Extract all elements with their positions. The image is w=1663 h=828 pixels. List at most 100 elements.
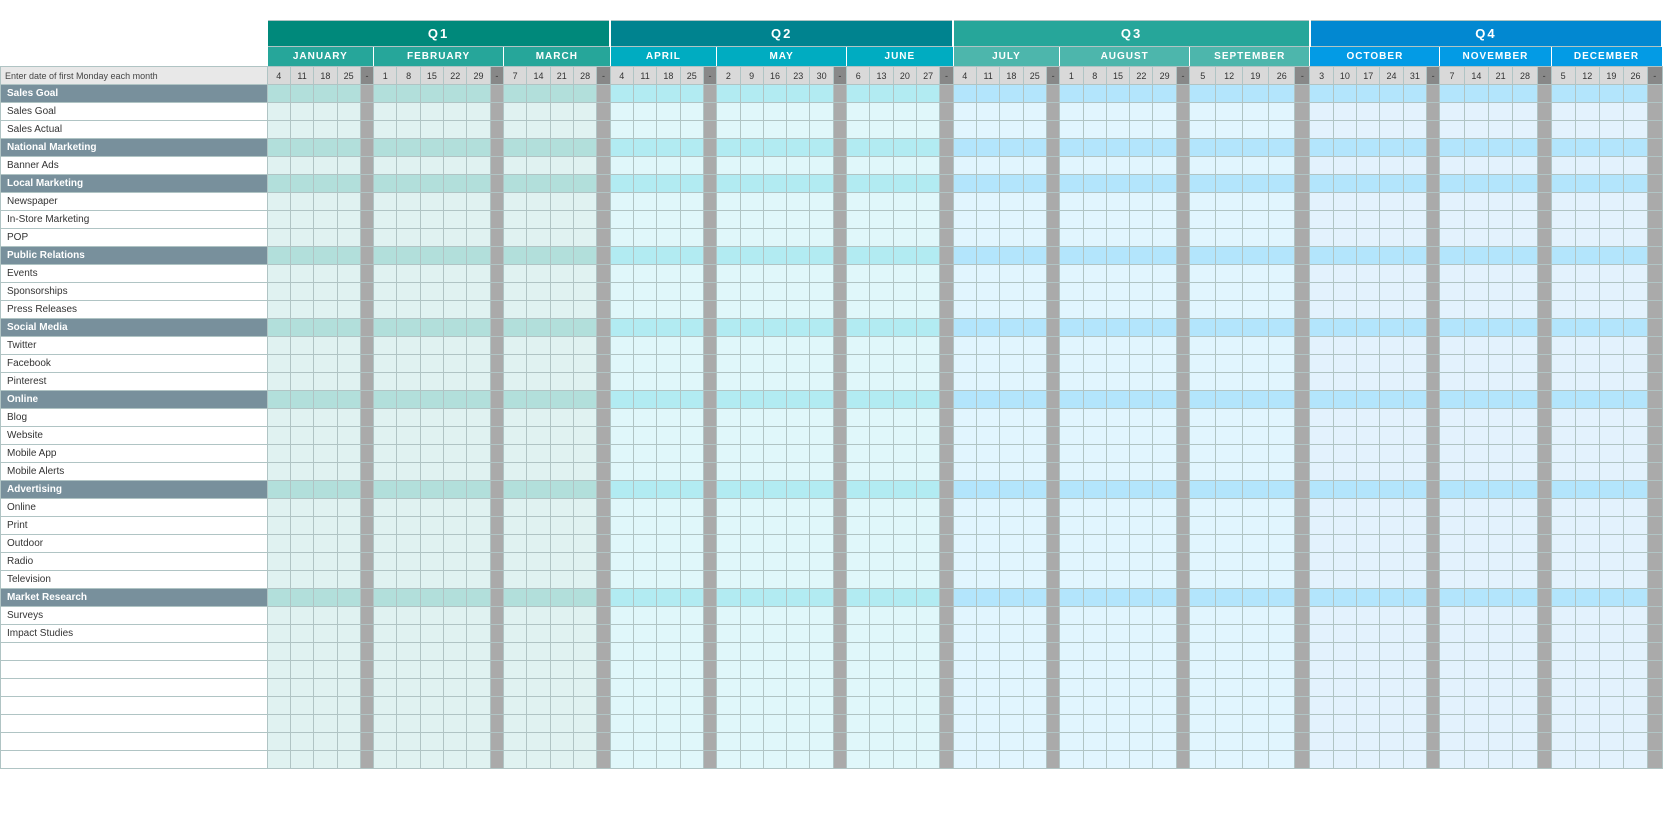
data-cell[interactable] (1440, 697, 1464, 715)
data-cell[interactable] (847, 517, 870, 535)
data-cell[interactable] (573, 121, 596, 139)
data-cell[interactable] (374, 517, 397, 535)
data-cell[interactable] (1023, 499, 1046, 517)
data-cell[interactable] (1403, 175, 1426, 193)
data-cell[interactable] (1106, 751, 1129, 769)
data-cell[interactable] (1310, 229, 1333, 247)
data-cell[interactable] (976, 445, 999, 463)
data-cell[interactable] (1488, 211, 1512, 229)
data-cell[interactable] (1551, 283, 1575, 301)
data-cell[interactable] (763, 661, 786, 679)
data-cell[interactable] (314, 247, 337, 265)
data-cell[interactable] (314, 157, 337, 175)
data-cell[interactable] (1357, 445, 1380, 463)
data-cell[interactable] (976, 517, 999, 535)
data-cell[interactable] (1575, 265, 1599, 283)
data-cell[interactable] (397, 373, 420, 391)
data-cell[interactable] (420, 139, 443, 157)
data-cell[interactable] (420, 661, 443, 679)
data-cell[interactable] (420, 499, 443, 517)
data-cell[interactable] (1513, 751, 1537, 769)
data-cell[interactable] (633, 139, 656, 157)
data-cell[interactable] (1130, 625, 1153, 643)
data-cell[interactable] (1060, 553, 1083, 571)
data-cell[interactable] (953, 589, 976, 607)
data-cell[interactable] (893, 103, 916, 121)
data-cell[interactable] (1000, 445, 1023, 463)
data-cell[interactable] (810, 697, 833, 715)
data-cell[interactable] (420, 427, 443, 445)
data-cell[interactable] (374, 679, 397, 697)
data-cell[interactable] (917, 427, 940, 445)
data-cell[interactable] (633, 733, 656, 751)
data-cell[interactable] (1575, 301, 1599, 319)
data-cell[interactable] (610, 85, 633, 103)
data-cell[interactable] (657, 283, 680, 301)
data-cell[interactable] (420, 481, 443, 499)
data-cell[interactable] (680, 715, 703, 733)
data-cell[interactable] (1060, 157, 1083, 175)
data-cell[interactable] (1023, 85, 1046, 103)
data-cell[interactable] (397, 247, 420, 265)
data-cell[interactable] (1575, 373, 1599, 391)
data-cell[interactable] (314, 553, 337, 571)
data-cell[interactable] (1575, 463, 1599, 481)
data-cell[interactable] (1599, 283, 1623, 301)
data-cell[interactable] (740, 301, 763, 319)
data-cell[interactable] (680, 571, 703, 589)
data-cell[interactable] (847, 103, 870, 121)
data-cell[interactable] (1575, 211, 1599, 229)
data-cell[interactable] (1269, 733, 1295, 751)
data-cell[interactable] (893, 733, 916, 751)
data-cell[interactable] (1333, 427, 1356, 445)
data-cell[interactable] (1242, 499, 1268, 517)
data-cell[interactable] (1083, 607, 1106, 625)
data-cell[interactable] (550, 409, 573, 427)
data-cell[interactable] (1380, 553, 1403, 571)
data-cell[interactable] (267, 625, 290, 643)
data-cell[interactable] (467, 157, 490, 175)
data-cell[interactable] (953, 121, 976, 139)
data-cell[interactable] (810, 121, 833, 139)
data-cell[interactable] (763, 391, 786, 409)
data-cell[interactable] (550, 319, 573, 337)
data-cell[interactable] (1599, 157, 1623, 175)
data-cell[interactable] (633, 283, 656, 301)
data-cell[interactable] (1153, 697, 1176, 715)
data-cell[interactable] (374, 337, 397, 355)
data-cell[interactable] (1106, 139, 1129, 157)
data-cell[interactable] (1000, 121, 1023, 139)
data-cell[interactable] (467, 301, 490, 319)
data-cell[interactable] (787, 283, 810, 301)
data-cell[interactable] (397, 265, 420, 283)
data-cell[interactable] (893, 499, 916, 517)
data-cell[interactable] (444, 229, 467, 247)
data-cell[interactable] (893, 445, 916, 463)
data-cell[interactable] (1599, 175, 1623, 193)
data-cell[interactable] (917, 535, 940, 553)
data-cell[interactable] (787, 499, 810, 517)
data-cell[interactable] (374, 247, 397, 265)
data-cell[interactable] (740, 517, 763, 535)
data-cell[interactable] (810, 211, 833, 229)
data-cell[interactable] (1440, 229, 1464, 247)
data-cell[interactable] (1440, 499, 1464, 517)
data-cell[interactable] (1357, 301, 1380, 319)
data-cell[interactable] (1551, 499, 1575, 517)
data-cell[interactable] (893, 139, 916, 157)
data-cell[interactable] (467, 391, 490, 409)
data-cell[interactable] (397, 427, 420, 445)
data-cell[interactable] (573, 319, 596, 337)
data-cell[interactable] (397, 211, 420, 229)
data-cell[interactable] (1488, 301, 1512, 319)
data-cell[interactable] (1464, 427, 1488, 445)
data-cell[interactable] (527, 409, 550, 427)
data-cell[interactable] (1575, 409, 1599, 427)
data-cell[interactable] (1060, 265, 1083, 283)
data-cell[interactable] (420, 319, 443, 337)
data-cell[interactable] (610, 445, 633, 463)
data-cell[interactable] (397, 553, 420, 571)
data-cell[interactable] (740, 499, 763, 517)
data-cell[interactable] (1623, 499, 1647, 517)
data-cell[interactable] (1551, 463, 1575, 481)
